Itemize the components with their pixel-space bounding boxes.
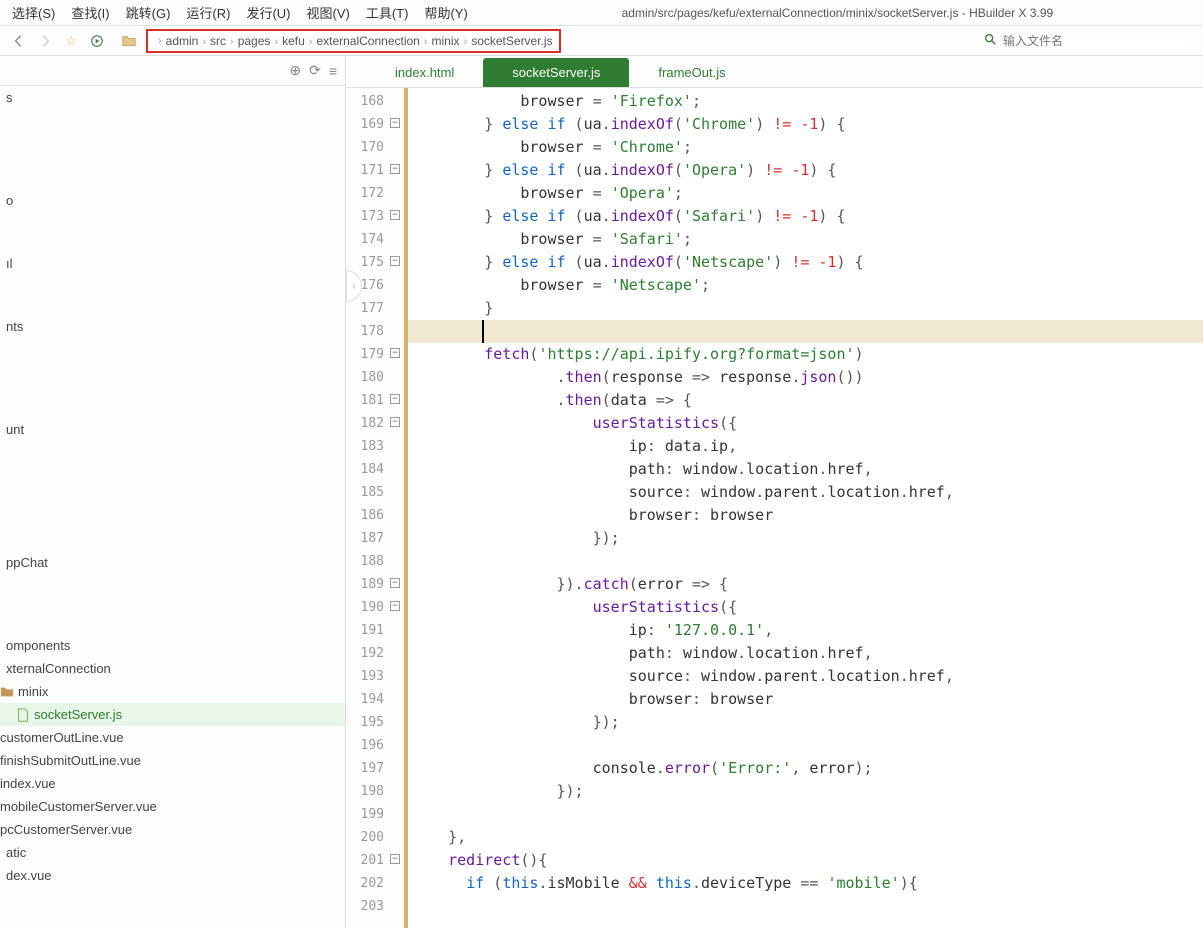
tree-item[interactable]: o xyxy=(0,189,345,212)
add-icon[interactable]: ⊕ xyxy=(289,62,301,79)
breadcrumb-part[interactable]: admin xyxy=(166,34,199,48)
editor-tab[interactable]: socketServer.js xyxy=(483,58,629,87)
tree-item[interactable]: ppChat xyxy=(0,551,345,574)
code-editor[interactable]: 168169−170171−172173−174175−176177178179… xyxy=(346,88,1203,928)
menu-item[interactable]: 选择(S) xyxy=(4,1,63,24)
breadcrumb-part[interactable]: kefu xyxy=(282,34,305,48)
collapse-icon[interactable]: ≡ xyxy=(329,63,337,79)
tree-item[interactable]: xternalConnection xyxy=(0,657,345,680)
menu-item[interactable]: 工具(T) xyxy=(358,1,417,24)
file-search[interactable] xyxy=(983,32,1183,49)
search-icon xyxy=(983,32,997,49)
tree-item[interactable]: nts xyxy=(0,315,345,338)
search-input[interactable] xyxy=(1003,34,1183,48)
menu-item[interactable]: 视图(V) xyxy=(299,1,358,24)
tree-item[interactable]: index.vue xyxy=(0,772,345,795)
tree-item[interactable]: pcCustomerServer.vue xyxy=(0,818,345,841)
tree-item[interactable]: mobileCustomerServer.vue xyxy=(0,795,345,818)
tree-item[interactable]: socketServer.js xyxy=(0,703,345,726)
menu-item[interactable]: 跳转(G) xyxy=(118,1,179,24)
menu-item[interactable]: 帮助(Y) xyxy=(416,1,475,24)
forward-button[interactable] xyxy=(34,30,56,52)
menu-bar: 选择(S)查找(I)跳转(G)运行(R)发行(U)视图(V)工具(T)帮助(Y)… xyxy=(0,0,1203,26)
breadcrumb-part[interactable]: src xyxy=(210,34,226,48)
breadcrumb-part[interactable]: pages xyxy=(238,34,271,48)
explorer-toolbar: ⊕ ⟳ ≡ xyxy=(0,56,345,86)
line-gutter: 168169−170171−172173−174175−176177178179… xyxy=(346,88,408,928)
window-title: admin/src/pages/kefu/externalConnection/… xyxy=(476,6,1199,20)
sync-icon[interactable]: ⟳ xyxy=(309,62,321,79)
run-button[interactable] xyxy=(86,30,108,52)
editor-tab[interactable]: frameOut.js xyxy=(629,58,754,87)
tree-item[interactable]: dex.vue xyxy=(0,864,345,887)
breadcrumb: › admin›src›pages›kefu›externalConnectio… xyxy=(146,29,561,53)
editor-area: index.htmlsocketServer.jsframeOut.js 168… xyxy=(346,56,1203,928)
code-content[interactable]: browser = 'Firefox'; } else if (ua.index… xyxy=(408,88,1203,928)
back-button[interactable] xyxy=(8,30,30,52)
menu-item[interactable]: 发行(U) xyxy=(238,1,298,24)
breadcrumb-part[interactable]: socketServer.js xyxy=(471,34,552,48)
tree-item[interactable]: customerOutLine.vue xyxy=(0,726,345,749)
toolbar: ☆ › admin›src›pages›kefu›externalConnect… xyxy=(0,26,1203,56)
tree-item[interactable]: ıl xyxy=(0,252,345,275)
menu-item[interactable]: 查找(I) xyxy=(63,1,117,24)
breadcrumb-part[interactable]: externalConnection xyxy=(316,34,419,48)
tree-item[interactable]: s xyxy=(0,86,345,109)
tree-item[interactable]: finishSubmitOutLine.vue xyxy=(0,749,345,772)
folder-icon[interactable] xyxy=(118,30,140,52)
editor-tab[interactable]: index.html xyxy=(366,58,483,87)
tree-item[interactable]: atic xyxy=(0,841,345,864)
file-tree[interactable]: s o ıl nts unt ppChat omponentsxternalConnecti… xyxy=(0,86,345,928)
breadcrumb-part[interactable]: minix xyxy=(432,34,460,48)
tree-item[interactable]: unt xyxy=(0,418,345,441)
menu-item[interactable]: 运行(R) xyxy=(178,1,238,24)
tree-item[interactable]: minix xyxy=(0,680,345,703)
favorite-icon[interactable]: ☆ xyxy=(60,30,82,52)
tree-item[interactable]: omponents xyxy=(0,634,345,657)
editor-tabs[interactable]: index.htmlsocketServer.jsframeOut.js xyxy=(346,56,1203,88)
file-explorer: ⊕ ⟳ ≡ s o ıl nts unt ppChat omponentsxternalCo… xyxy=(0,56,346,928)
